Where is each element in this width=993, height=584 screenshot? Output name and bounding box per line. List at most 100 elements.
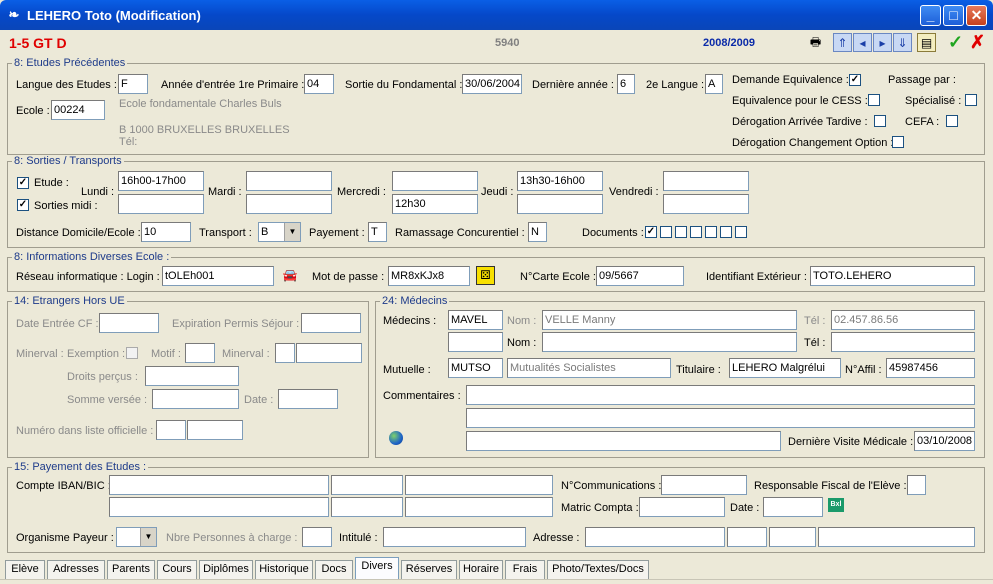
cefa-checkbox[interactable]: [946, 115, 958, 127]
jeudi-input-2[interactable]: [517, 194, 603, 214]
adresse-input-2[interactable]: [727, 527, 767, 547]
titulaire-input[interactable]: LEHERO Malgrélui: [729, 358, 841, 378]
intitule-input[interactable]: [383, 527, 526, 547]
iban-input-3[interactable]: [405, 475, 553, 495]
adresse-input-1[interactable]: [585, 527, 725, 547]
transport-select[interactable]: B ▼: [258, 222, 301, 242]
previous-record-icon[interactable]: ◂: [853, 33, 872, 52]
somme-input[interactable]: [152, 389, 239, 409]
iban-input-6[interactable]: [405, 497, 553, 517]
document-checkbox-6[interactable]: [720, 226, 732, 238]
med2-code-input[interactable]: [448, 332, 503, 352]
vendredi-input-2[interactable]: [663, 194, 749, 214]
med2-nom-input[interactable]: [542, 332, 797, 352]
organisme-select[interactable]: ▼: [116, 527, 157, 547]
med2-tel-input[interactable]: [831, 332, 975, 352]
ramassage-input[interactable]: N: [528, 222, 547, 242]
etrangers-date-input[interactable]: [278, 389, 338, 409]
iban-input-5[interactable]: [331, 497, 403, 517]
etude-checkbox[interactable]: ✓: [17, 177, 29, 189]
calendar-icon[interactable]: Bxl: [828, 498, 844, 512]
car-icon[interactable]: 🚘: [280, 268, 300, 284]
tab-photo-textes-docs[interactable]: Photo/Textes/Docs: [547, 560, 649, 579]
minerval-input-1[interactable]: [275, 343, 295, 363]
tab-frais[interactable]: Frais: [505, 560, 545, 579]
last-record-icon[interactable]: ⇓: [893, 33, 912, 52]
adresse-input-4[interactable]: [818, 527, 975, 547]
tab-reserves[interactable]: Réserves: [401, 560, 457, 579]
jeudi-input-1[interactable]: 13h30-16h00: [517, 171, 603, 191]
tab-horaire[interactable]: Horaire: [459, 560, 503, 579]
lundi-input-1[interactable]: 16h00-17h00: [118, 171, 204, 191]
med-tel-input[interactable]: 02.457.86.56: [831, 310, 975, 330]
sortie-input[interactable]: 30/06/2004: [462, 74, 522, 94]
document-checkbox-5[interactable]: [705, 226, 717, 238]
equiv-cess-checkbox[interactable]: [868, 94, 880, 106]
commentaires-input-1[interactable]: [466, 385, 975, 405]
document-checkbox-7[interactable]: [735, 226, 747, 238]
vendredi-input-1[interactable]: [663, 171, 749, 191]
document-checkbox-3[interactable]: [675, 226, 687, 238]
mardi-input-2[interactable]: [246, 194, 332, 214]
date-cf-input[interactable]: [99, 313, 159, 333]
payement-date-input[interactable]: [763, 497, 823, 517]
demande-checkbox[interactable]: ✓: [849, 74, 861, 86]
tab-parents[interactable]: Parents: [107, 560, 155, 579]
minimize-button[interactable]: _: [920, 5, 941, 26]
numero-input-2[interactable]: [187, 420, 243, 440]
close-button[interactable]: ✕: [966, 5, 987, 26]
iban-input-4[interactable]: [109, 497, 329, 517]
carte-input[interactable]: 09/5667: [596, 266, 684, 286]
tab-eleve[interactable]: Elève: [5, 560, 45, 579]
ncomm-input[interactable]: [661, 475, 747, 495]
derniere-input[interactable]: 6: [617, 74, 635, 94]
nbre-input[interactable]: [302, 527, 332, 547]
document-checkbox-1[interactable]: ✓: [645, 226, 657, 238]
document-checkbox-4[interactable]: [690, 226, 702, 238]
motif-input[interactable]: [185, 343, 215, 363]
adresse-input-3[interactable]: [769, 527, 816, 547]
tab-cours[interactable]: Cours: [157, 560, 197, 579]
payement-input[interactable]: T: [368, 222, 387, 242]
mutuelle-nom-input[interactable]: Mutualités Socialistes: [507, 358, 671, 378]
visite-input[interactable]: 03/10/2008: [914, 431, 975, 451]
dice-icon[interactable]: ⚄: [476, 266, 495, 285]
sorties-midi-checkbox[interactable]: ✓: [17, 199, 29, 211]
commentaires-input-2[interactable]: [466, 408, 975, 428]
med-nom-input[interactable]: VELLE Manny: [542, 310, 797, 330]
lundi-input-2[interactable]: [118, 194, 204, 214]
annee-input[interactable]: 04: [304, 74, 334, 94]
med-code-input[interactable]: MAVEL: [448, 310, 503, 330]
notes-icon[interactable]: ▤: [917, 33, 936, 52]
affil-input[interactable]: 45987456: [886, 358, 975, 378]
accept-icon[interactable]: ✓: [946, 33, 965, 52]
specialise-checkbox[interactable]: [965, 94, 977, 106]
droits-input[interactable]: [145, 366, 239, 386]
derog-option-checkbox[interactable]: [892, 136, 904, 148]
tab-diplomes[interactable]: Diplômes: [199, 560, 253, 579]
maximize-button[interactable]: □: [943, 5, 964, 26]
tab-divers[interactable]: Divers: [355, 557, 399, 579]
derog-arrivee-checkbox[interactable]: [874, 115, 886, 127]
numero-input-1[interactable]: [156, 420, 186, 440]
langue2-input[interactable]: A: [705, 74, 723, 94]
resp-input[interactable]: [907, 475, 926, 495]
ecole-input[interactable]: 00224: [51, 100, 105, 120]
mutuelle-code-input[interactable]: MUTSO: [448, 358, 503, 378]
tab-historique[interactable]: Historique: [255, 560, 313, 579]
mdp-input[interactable]: MR8xKJx8: [388, 266, 470, 286]
minerval-input-2[interactable]: [296, 343, 362, 363]
distance-input[interactable]: 10: [141, 222, 191, 242]
document-checkbox-2[interactable]: [660, 226, 672, 238]
print-icon[interactable]: 🖶: [806, 33, 825, 52]
exemption-checkbox[interactable]: [126, 347, 138, 359]
cancel-icon[interactable]: ✗: [968, 33, 987, 52]
tab-docs[interactable]: Docs: [315, 560, 353, 579]
expiration-input[interactable]: [301, 313, 361, 333]
mardi-input-1[interactable]: [246, 171, 332, 191]
login-input[interactable]: tOLEh001: [162, 266, 274, 286]
mercredi-input-2[interactable]: 12h30: [392, 194, 478, 214]
tab-adresses[interactable]: Adresses: [47, 560, 105, 579]
first-record-icon[interactable]: ⇑: [833, 33, 852, 52]
langue-input[interactable]: F: [118, 74, 148, 94]
